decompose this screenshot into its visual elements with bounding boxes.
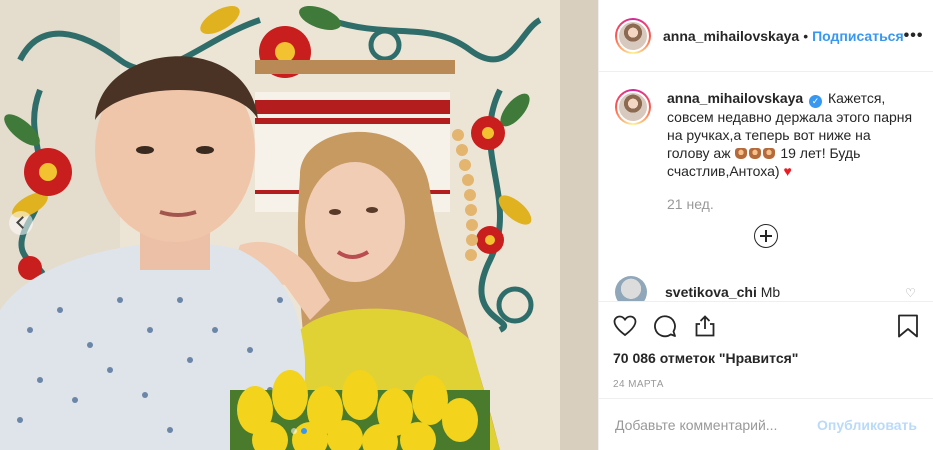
header-username[interactable]: anna_mihailovskaya	[663, 28, 799, 44]
share-icon[interactable]	[693, 314, 717, 338]
comment-text: svetikova_chi Mb	[665, 284, 780, 300]
post-actions: 70 086 отметок "Нравится" 24 МАРТА	[599, 301, 933, 390]
publish-button[interactable]: Опубликовать	[817, 417, 917, 433]
plus-circle-icon[interactable]	[754, 224, 778, 248]
follow-button[interactable]: Подписаться	[812, 28, 904, 44]
comment-username[interactable]: svetikova_chi	[665, 284, 757, 300]
comment-icon[interactable]	[653, 314, 677, 338]
post-panel: anna_mihailovskaya • Подписаться ••• ann…	[598, 0, 933, 450]
chevron-left-icon[interactable]	[9, 211, 33, 235]
comment-input[interactable]	[615, 416, 818, 433]
carousel-dot	[291, 428, 297, 434]
comment-avatar[interactable]	[615, 276, 647, 301]
heart-icon[interactable]	[613, 314, 637, 338]
caption-username[interactable]: anna_mihailovskaya	[667, 90, 803, 106]
caption: anna_mihailovskaya ✓ Кажется, совсем нед…	[615, 89, 917, 180]
action-icons	[613, 312, 919, 340]
emoji-icon	[763, 148, 776, 159]
avatar-image	[617, 19, 649, 52]
load-more	[615, 224, 917, 248]
header-separator: •	[803, 27, 809, 44]
avatar[interactable]	[615, 17, 651, 54]
comment-body: Mb	[760, 284, 781, 300]
carousel-dots	[0, 428, 598, 434]
post-photo	[0, 0, 598, 450]
carousel-dot-active	[301, 428, 307, 434]
add-comment-bar: Опубликовать	[599, 398, 933, 450]
verified-badge-icon: ✓	[809, 95, 823, 108]
caption-avatar[interactable]	[615, 89, 651, 125]
comment-like-icon[interactable]: ♡	[905, 286, 917, 300]
avatar-image	[617, 91, 649, 123]
bookmark-icon[interactable]	[897, 314, 919, 338]
more-options-icon[interactable]: •••	[904, 27, 924, 45]
red-heart-icon: ♥	[783, 163, 792, 179]
likes-count[interactable]: 70 086 отметок "Нравится"	[613, 350, 919, 366]
photo-illustration	[0, 0, 598, 450]
caption-time[interactable]: 21 нед.	[667, 196, 917, 212]
comment-item: svetikova_chi Mb ♡	[615, 276, 917, 301]
emoji-icon	[749, 148, 762, 159]
caption-text: anna_mihailovskaya ✓ Кажется, совсем нед…	[667, 89, 917, 180]
emoji-icon	[735, 148, 748, 159]
post-header: anna_mihailovskaya • Подписаться •••	[599, 0, 933, 72]
post-date[interactable]: 24 МАРТА	[613, 379, 919, 390]
comments-area[interactable]: anna_mihailovskaya ✓ Кажется, совсем нед…	[599, 73, 933, 301]
